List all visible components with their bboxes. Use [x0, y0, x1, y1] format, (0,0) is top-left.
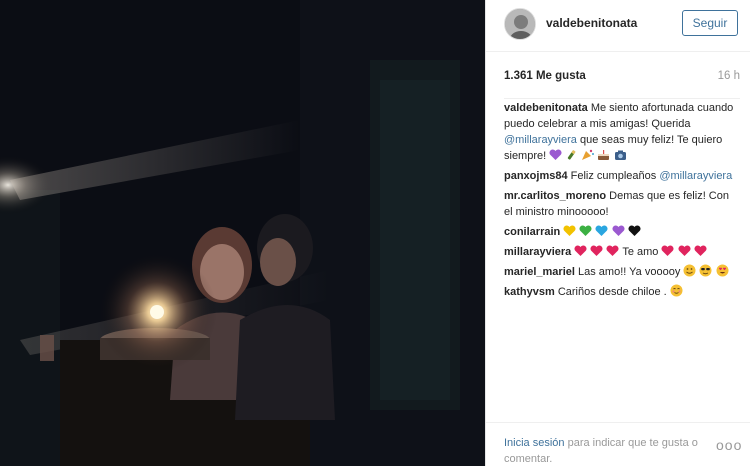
comment: valdebenitonata Me siento afortunada cua… — [504, 100, 740, 164]
comment-username[interactable]: mariel_mariel — [504, 266, 575, 278]
comment-username[interactable]: mr.carlitos_moreno — [504, 190, 606, 202]
comment: millarayviera Te amo — [504, 244, 740, 260]
comment-username[interactable]: valdebenitonata — [504, 102, 588, 114]
post-photo — [0, 0, 485, 466]
comment: panxojms84 Feliz cumpleaños @millarayvie… — [504, 168, 740, 184]
photo-image — [0, 0, 485, 466]
red-heart-icon — [590, 245, 603, 257]
login-link[interactable]: Inicia sesión — [504, 437, 565, 449]
comment-username[interactable]: panxojms84 — [504, 170, 568, 182]
blush-face-icon — [670, 284, 683, 297]
post-footer: Inicia sesión para indicar que te gusta … — [486, 422, 750, 466]
comment-mention[interactable]: @millarayviera — [659, 170, 732, 182]
red-heart-icon — [678, 245, 691, 257]
purple-heart-icon — [549, 149, 562, 161]
likes-row: 1.361 Me gusta 16 h — [504, 70, 740, 99]
purple-heart-icon — [611, 225, 625, 237]
red-heart-icon — [694, 245, 707, 257]
comment: conilarrain — [504, 224, 740, 240]
more-options-icon[interactable]: ooo — [716, 437, 742, 453]
comment-username[interactable]: conilarrain — [504, 226, 560, 238]
green-heart-icon — [579, 225, 592, 237]
blue-heart-icon — [595, 225, 608, 237]
camera-icon — [614, 149, 627, 161]
comment-username[interactable]: millarayviera — [504, 246, 571, 258]
post-header: valdebenitonata Seguir — [486, 0, 750, 52]
avatar-image — [505, 9, 535, 39]
post-username[interactable]: valdebenitonata — [546, 16, 637, 30]
comments-list: valdebenitonata Me siento afortunada cua… — [504, 100, 740, 304]
comment-text: Feliz cumpleaños — [570, 170, 657, 182]
cake-icon — [597, 149, 610, 161]
comment-text: Te amo — [622, 246, 659, 258]
red-heart-icon — [606, 245, 619, 257]
black-heart-icon — [628, 225, 641, 237]
likes-count[interactable]: 1.361 Me gusta — [504, 70, 586, 82]
user-avatar[interactable] — [504, 8, 536, 40]
post-time[interactable]: 16 h — [718, 70, 740, 82]
comment-mention[interactable]: @millarayviera — [504, 134, 577, 146]
comment-text: Cariños desde chiloe . — [557, 286, 667, 298]
comment-text: Las amo!! Ya vooooy — [578, 266, 681, 278]
post-side-panel: valdebenitonata Seguir 1.361 Me gusta 16… — [485, 0, 750, 466]
sunglasses-face-icon — [699, 264, 712, 277]
red-heart-icon — [661, 245, 674, 257]
party-popper-icon — [581, 149, 595, 161]
comment-username[interactable]: kathyvsm — [504, 286, 555, 298]
comment: mariel_mariel Las amo!! Ya vooooy — [504, 264, 740, 280]
comment: kathyvsm Cariños desde chiloe . — [504, 284, 740, 300]
smile-face-icon — [683, 264, 696, 277]
yellow-heart-icon — [563, 225, 576, 237]
red-heart-icon — [574, 245, 587, 257]
heart-eyes-face-icon — [716, 264, 729, 277]
login-prompt: Inicia sesión para indicar que te gusta … — [504, 435, 704, 467]
comment: mr.carlitos_moreno Demas que es feliz! C… — [504, 188, 740, 220]
champagne-icon — [565, 149, 578, 161]
follow-button[interactable]: Seguir — [682, 10, 738, 36]
